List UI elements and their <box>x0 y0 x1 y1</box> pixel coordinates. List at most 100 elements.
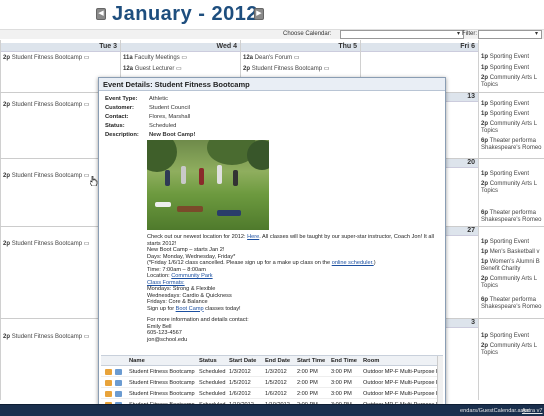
event-type-row: Event Type: Athletic <box>103 96 441 105</box>
calendar-icon: ▭ <box>323 66 330 72</box>
calendar-event-continued: Shakespeare's Romeo <box>481 217 542 223</box>
date-label: 20 <box>467 159 475 166</box>
column-header: Room <box>363 358 380 364</box>
table-header: Name Status Start Date End Date Start Ti… <box>101 356 443 366</box>
dialog-title: Event Details: Student Fitness Bootcamp <box>99 78 445 91</box>
day-label-fri: Fri 6 <box>460 43 475 50</box>
brand-link[interactable]: Astra v7 <box>522 408 543 414</box>
calendar-event[interactable]: 2p Student Fitness Bootcamp ▭ <box>3 172 89 179</box>
calendar-event[interactable]: 6p Theater performa <box>481 138 536 144</box>
calendar-event[interactable]: 6p Theater performa <box>481 297 536 303</box>
here-link[interactable]: Here <box>247 234 259 240</box>
day-label-thu: Thu 5 <box>338 43 357 50</box>
calendar-event[interactable]: 1p Sporting Event <box>481 65 529 71</box>
filter-select[interactable]: ▾ <box>478 30 542 39</box>
calendar-event[interactable]: 2p Community Arts L <box>481 181 537 187</box>
calendar-event[interactable]: 2p Student Fitness Bootcamp ▭ <box>243 65 329 72</box>
calendar-event[interactable]: 12a Dean's Forum ▭ <box>243 54 300 61</box>
calendar-event-continued: Benefit Charity <box>481 266 521 272</box>
table-scrollbar[interactable] <box>437 356 443 409</box>
calendar-event[interactable]: 2p Community Arts L <box>481 343 537 349</box>
customer-row: Customer: Student Council <box>103 105 441 114</box>
hand-cursor-icon <box>90 176 98 186</box>
field-label: Customer: <box>105 105 134 111</box>
calendar-icon: ▭ <box>83 102 90 108</box>
description-paragraph: Check out our newest location for 2012: … <box>147 234 434 247</box>
calendar-event[interactable]: 1p Women's Alumni B <box>481 259 540 265</box>
calendar-event[interactable]: 2p Student Fitness Bootcamp ▭ <box>3 333 89 340</box>
calendar-event[interactable]: 6p Theater performa <box>481 210 536 216</box>
column-header: Start Date <box>229 358 257 364</box>
calendar-header: ◀ January - 2012 ▶ <box>0 0 544 30</box>
month-title: January - 2012 <box>112 3 258 25</box>
chevron-down-icon: ▾ <box>534 31 538 37</box>
calendar-event-continued: Topics <box>481 82 499 88</box>
field-label: Event Type: <box>105 96 138 102</box>
description-line: jon@school.edu <box>147 336 188 343</box>
column-header: End Time <box>331 358 357 364</box>
calendar-event[interactable]: 1p Sporting Event <box>481 101 529 107</box>
column-divider <box>0 40 1 400</box>
choose-calendar-label: Choose Calendar: <box>283 31 332 37</box>
table-row[interactable]: Student Fitness Bootcamp Scheduled 1/6/2… <box>101 388 443 399</box>
details-icon[interactable] <box>115 369 122 375</box>
chevron-down-icon: ▾ <box>456 31 460 37</box>
calendar-event[interactable]: 2p Community Arts L <box>481 121 537 127</box>
calendar-event[interactable]: 1p Sporting Event <box>481 171 529 177</box>
calendar-event-continued: Shakespeare's Romeo <box>481 304 542 310</box>
status-url: endars/GuestCalendar.aspx <box>460 408 530 414</box>
calendar-event[interactable]: 2p Student Fitness Bootcamp ▭ <box>3 240 89 247</box>
calendar-event[interactable]: 1p Sporting Event <box>481 54 529 60</box>
calendar-icon: ▭ <box>83 55 90 61</box>
edit-icon[interactable] <box>105 380 112 386</box>
calendar-icon: ▭ <box>181 55 188 61</box>
calendar-select[interactable]: ▾ <box>340 30 464 39</box>
day-label-tue: Tue 3 <box>99 43 117 50</box>
calendar-event-continued: Topics <box>481 283 499 289</box>
field-label: Description: <box>105 132 139 138</box>
column-header: Start Time <box>297 358 326 364</box>
description-content: Check out our newest location for 2012: … <box>147 138 437 343</box>
date-bar-thu: Thu 5 <box>241 43 360 52</box>
calendar-event[interactable]: 1p Sporting Event <box>481 111 529 117</box>
boot-camp-link[interactable]: Boot Camp <box>176 306 204 312</box>
next-month-button[interactable]: ▶ <box>254 8 264 20</box>
table-row[interactable]: Student Fitness Bootcamp Scheduled 1/5/2… <box>101 377 443 388</box>
calendar-event[interactable]: 1p Men's Basketball v <box>481 249 540 255</box>
browser-status-bar: endars/GuestCalendar.aspx Astra v7 <box>0 404 544 416</box>
calendar-event[interactable]: 12a Guest Lecturer ▭ <box>123 65 182 72</box>
status-row: Status: Scheduled <box>103 123 441 132</box>
calendar-icon: ▭ <box>83 334 90 340</box>
prev-month-button[interactable]: ◀ <box>96 8 106 20</box>
community-park-link[interactable]: Community Park <box>171 273 212 279</box>
table-row[interactable]: Student Fitness Bootcamp Scheduled 1/3/2… <box>101 366 443 377</box>
date-label: 13 <box>467 93 475 100</box>
calendar-icon: ▭ <box>83 241 90 247</box>
calendar-event[interactable]: 2p Student Fitness Bootcamp ▭ <box>3 101 89 108</box>
calendar-event[interactable]: 11a Faculty Meetings ▭ <box>123 54 187 61</box>
calendar-event-continued: Topics <box>481 128 499 134</box>
filter-bar: Choose Calendar: ▾ Filter: ▾ <box>0 29 544 39</box>
calendar-event[interactable]: 1p Sporting Event <box>481 239 529 245</box>
field-value: Student Council <box>149 105 190 111</box>
occurrences-table: Name Status Start Date End Date Start Ti… <box>101 355 443 409</box>
details-icon[interactable] <box>115 391 122 397</box>
calendar-event-continued: Topics <box>481 188 499 194</box>
details-icon[interactable] <box>115 380 122 386</box>
field-value: Scheduled <box>149 123 177 129</box>
online-scheduler-link[interactable]: online scheduler. <box>332 260 374 266</box>
edit-icon[interactable] <box>105 369 112 375</box>
calendar-event[interactable]: 2p Community Arts L <box>481 276 537 282</box>
date-bar-fri: Fri 6 <box>361 43 478 52</box>
field-label: Status: <box>105 123 125 129</box>
calendar-icon: ▭ <box>83 173 90 179</box>
day-label-wed: Wed 4 <box>216 43 238 50</box>
field-value: Flores, Marshall <box>149 114 191 120</box>
calendar-event[interactable]: 2p Community Arts L <box>481 75 537 81</box>
date-label: 3 <box>471 319 475 326</box>
calendar-event[interactable]: 1p Sporting Event <box>481 333 529 339</box>
event-details-dialog: Event Details: Student Fitness Bootcamp … <box>98 77 446 409</box>
calendar-event[interactable]: 2p Student Fitness Bootcamp ▭ <box>3 54 89 61</box>
field-label: Contact: <box>105 114 129 120</box>
edit-icon[interactable] <box>105 391 112 397</box>
